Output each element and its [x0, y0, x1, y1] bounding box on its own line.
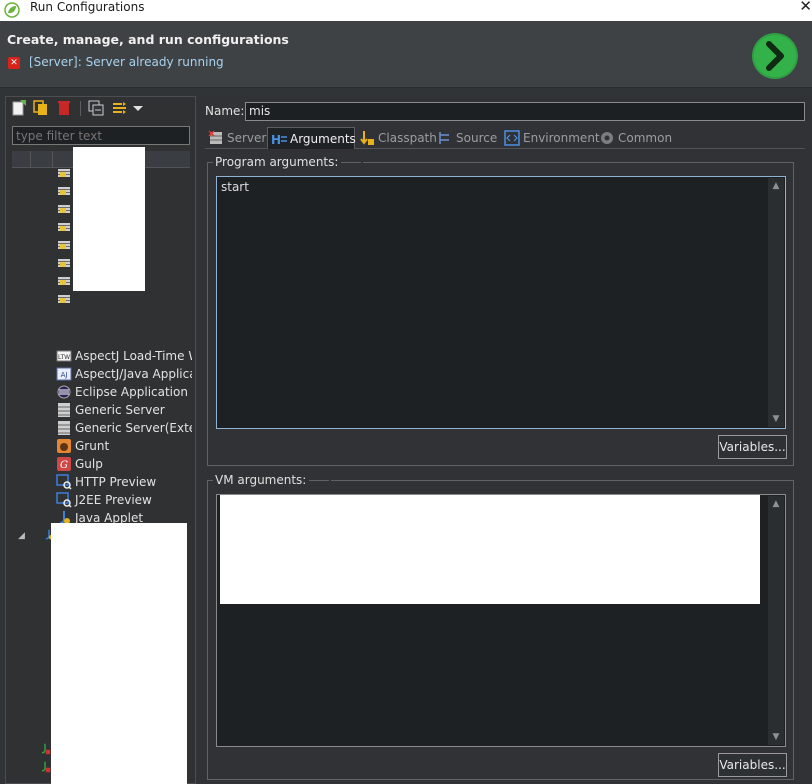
- scroll-down-icon[interactable]: ▼: [768, 732, 784, 742]
- redacted-block: [73, 147, 145, 291]
- svg-text:H: H: [271, 133, 281, 147]
- title-bar: Run Configurations ✕: [0, 0, 812, 21]
- server-config-icon: [58, 223, 70, 231]
- config-icons-column: [58, 169, 70, 311]
- environment-icon: [504, 130, 520, 146]
- eclipse-app-icon: [57, 385, 71, 399]
- configuration-tree: LTW AspectJ Load-Time Wea AJ AspectJ/Jav…: [6, 147, 195, 784]
- scroll-down-icon[interactable]: ▼: [768, 414, 784, 424]
- gulp-icon: G: [57, 457, 71, 471]
- ltw-icon: LTW: [56, 350, 72, 362]
- scroll-up-icon[interactable]: ▲: [768, 499, 784, 509]
- generic-server-icon: [58, 403, 70, 417]
- redacted-block: [51, 523, 187, 784]
- server-icon: [208, 130, 222, 144]
- common-icon: [601, 132, 613, 144]
- name-field[interactable]: mis: [245, 102, 805, 121]
- tree-item-aspectj-ltw[interactable]: LTW AspectJ Load-Time Wea: [56, 347, 192, 365]
- arguments-icon: H: [271, 133, 287, 147]
- server-config-icon: [58, 241, 70, 249]
- generic-server-external-icon: [58, 421, 70, 435]
- redacted-block: [220, 495, 760, 604]
- name-label: Name:: [205, 104, 245, 118]
- dropdown-icon[interactable]: [130, 100, 146, 116]
- toolbar-separator: [80, 101, 81, 116]
- configuration-editor: Name: mis Server H Arguments Classpath S…: [199, 96, 812, 784]
- spring-leaf-icon: [4, 2, 20, 18]
- vm-variables-button[interactable]: Variables...: [718, 753, 787, 777]
- close-icon[interactable]: ✕: [799, 0, 812, 15]
- tab-arguments[interactable]: H Arguments: [267, 127, 356, 149]
- run-icon[interactable]: [751, 32, 799, 80]
- svg-text:LTW: LTW: [58, 354, 70, 361]
- svg-text:AJ: AJ: [61, 371, 68, 379]
- tree-item-generic-server-external[interactable]: Generic Server(External: [56, 419, 192, 437]
- tab-source[interactable]: Source: [434, 127, 501, 149]
- delete-icon[interactable]: [56, 100, 72, 116]
- window-title: Run Configurations: [30, 0, 145, 14]
- vm-arguments-textarea[interactable]: ▲ ▼: [216, 494, 786, 747]
- vm-arguments-scrollbar[interactable]: ▲ ▼: [768, 496, 784, 745]
- tab-classpath[interactable]: Classpath: [356, 127, 437, 149]
- tree-item-generic-server[interactable]: Generic Server: [56, 401, 192, 419]
- program-arguments-group: Program arguments: start ▲ ▼ Variables..…: [207, 155, 794, 466]
- filter-input[interactable]: [12, 126, 190, 145]
- server-config-icon: [58, 169, 70, 177]
- server-config-icon: [58, 277, 70, 285]
- tab-bar: Server H Arguments Classpath Source Envi…: [205, 127, 805, 149]
- filter-icon[interactable]: [112, 100, 128, 116]
- program-variables-button[interactable]: Variables...: [718, 435, 787, 459]
- new-configuration-icon[interactable]: [11, 100, 27, 116]
- tree-item-http-preview[interactable]: HTTP Preview: [56, 473, 192, 491]
- tree-item-gulp[interactable]: G Gulp: [56, 455, 192, 473]
- collapse-all-icon[interactable]: [88, 100, 104, 116]
- server-config-icon: [58, 205, 70, 213]
- vm-arguments-label: VM arguments:: [213, 473, 332, 487]
- tree-item-j2ee-preview[interactable]: J2EE Preview: [56, 491, 192, 509]
- java-app-icon: [41, 743, 51, 755]
- grunt-icon: [57, 439, 71, 453]
- program-arguments-value: start: [221, 180, 249, 194]
- vm-arguments-group: VM arguments: ▲ ▼ Variables...: [207, 473, 794, 780]
- tree-toolbar: [6, 97, 195, 121]
- tree-item-grunt[interactable]: Grunt: [56, 437, 192, 455]
- error-icon: ✕: [8, 57, 20, 69]
- tab-environment[interactable]: Environment: [501, 127, 600, 149]
- tree-item-aspectj-java[interactable]: AJ AspectJ/Java Applicatio: [56, 365, 192, 383]
- classpath-icon: [360, 131, 374, 145]
- http-preview-icon: [56, 474, 72, 490]
- banner-heading: Create, manage, and run configurations: [7, 32, 289, 47]
- scroll-up-icon[interactable]: ▲: [768, 181, 784, 191]
- server-config-icon: [58, 295, 70, 303]
- program-arguments-label: Program arguments:: [213, 155, 364, 169]
- aspectj-app-icon: AJ: [56, 367, 72, 381]
- duplicate-icon[interactable]: [33, 100, 49, 116]
- program-arguments-scrollbar[interactable]: ▲ ▼: [768, 178, 784, 427]
- expand-toggle-icon[interactable]: ◢: [18, 531, 25, 541]
- program-arguments-textarea[interactable]: start ▲ ▼: [216, 176, 786, 429]
- source-icon: [439, 132, 449, 144]
- tab-server[interactable]: Server: [205, 127, 267, 149]
- server-config-icon: [58, 187, 70, 195]
- tree-item-eclipse-app[interactable]: Eclipse Application: [56, 383, 192, 401]
- error-message: [Server]: Server already running: [29, 55, 224, 69]
- java-app-icon: [41, 761, 51, 773]
- configuration-tree-panel: LTW AspectJ Load-Time Wea AJ AspectJ/Jav…: [5, 96, 196, 784]
- server-config-icon: [58, 259, 70, 267]
- j2ee-preview-icon: [56, 492, 72, 508]
- tab-common[interactable]: Common: [596, 127, 674, 149]
- header-banner: Create, manage, and run configurations ✕…: [0, 21, 812, 88]
- svg-text:G: G: [60, 460, 68, 471]
